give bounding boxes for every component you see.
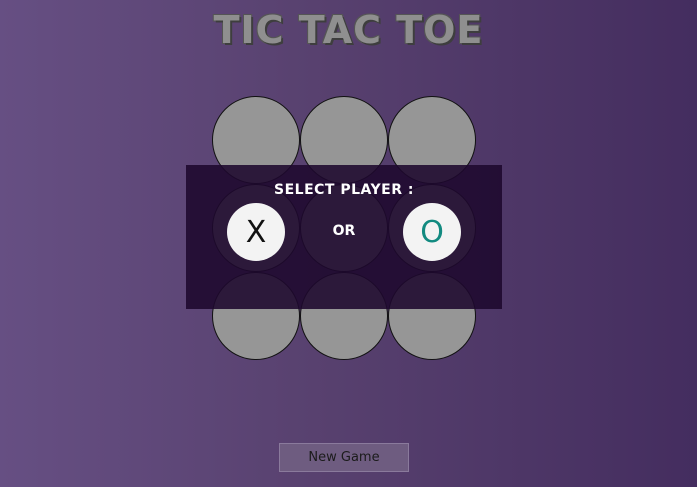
- player-select-overlay: SELECT PLAYER : X OR O: [186, 165, 502, 309]
- game-title: TIC TAC TOE: [213, 8, 484, 52]
- select-player-label: SELECT PLAYER :: [274, 182, 414, 198]
- choose-o-button[interactable]: O: [403, 203, 461, 261]
- new-game-button[interactable]: New Game: [279, 443, 409, 472]
